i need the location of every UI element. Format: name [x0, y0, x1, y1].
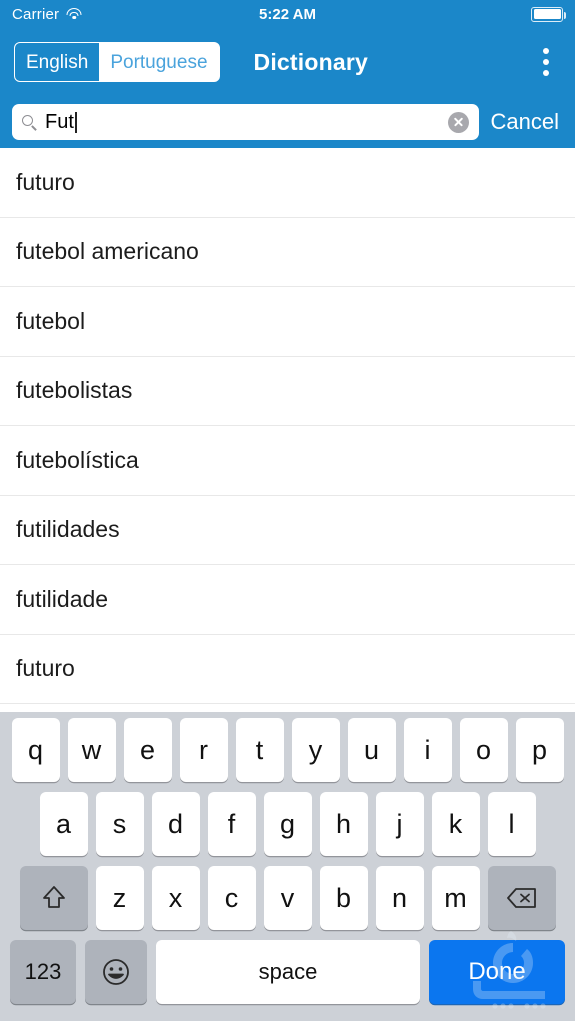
- key-o[interactable]: o: [459, 718, 508, 782]
- key-d[interactable]: d: [151, 792, 200, 856]
- status-bar-left: Carrier: [12, 6, 82, 23]
- key-q[interactable]: q: [11, 718, 60, 782]
- key-z[interactable]: z: [95, 866, 144, 930]
- list-item[interactable]: futebolistas: [0, 357, 575, 426]
- search-bar: Fut Cancel: [0, 96, 575, 148]
- text-cursor: [74, 111, 77, 133]
- emoji-smiley-icon[interactable]: [85, 940, 147, 1004]
- key-v[interactable]: v: [263, 866, 312, 930]
- search-input[interactable]: Fut: [12, 104, 479, 140]
- battery-full-icon: [531, 6, 566, 22]
- key-w[interactable]: w: [67, 718, 116, 782]
- status-bar-right: [531, 6, 566, 22]
- keyboard-row-4: 123 space Done: [0, 940, 575, 1004]
- space-key[interactable]: space: [156, 940, 420, 1004]
- numbers-key[interactable]: 123: [10, 940, 76, 1004]
- cancel-button[interactable]: Cancel: [489, 109, 563, 135]
- key-s[interactable]: s: [95, 792, 144, 856]
- keyboard-row-3: z x c v b n m: [0, 866, 575, 930]
- navigation-bar: English Portuguese Dictionary: [0, 28, 575, 96]
- status-bar: Carrier 5:22 AM: [0, 0, 575, 28]
- key-b[interactable]: b: [319, 866, 368, 930]
- more-vertical-icon[interactable]: [539, 44, 553, 80]
- search-value-wrap: Fut: [45, 111, 440, 133]
- shift-icon[interactable]: [19, 866, 88, 930]
- key-f[interactable]: f: [207, 792, 256, 856]
- key-a[interactable]: a: [39, 792, 88, 856]
- list-item[interactable]: futilidades: [0, 496, 575, 565]
- key-m[interactable]: m: [431, 866, 480, 930]
- done-key[interactable]: Done: [429, 940, 565, 1004]
- carrier-label: Carrier: [12, 5, 60, 23]
- wifi-icon: [66, 8, 82, 20]
- list-item[interactable]: futebolística: [0, 426, 575, 496]
- on-screen-keyboard: q w e r t y u i o p a s d f g h j k l z …: [0, 712, 575, 1021]
- key-c[interactable]: c: [207, 866, 256, 930]
- key-r[interactable]: r: [179, 718, 228, 782]
- phone-screen: Carrier 5:22 AM English Portuguese Dicti…: [0, 0, 575, 1021]
- key-k[interactable]: k: [431, 792, 480, 856]
- key-x[interactable]: x: [151, 866, 200, 930]
- key-l[interactable]: l: [487, 792, 536, 856]
- backspace-icon[interactable]: [487, 866, 556, 930]
- key-i[interactable]: i: [403, 718, 452, 782]
- search-value: Fut: [45, 111, 74, 133]
- key-t[interactable]: t: [235, 718, 284, 782]
- list-item[interactable]: futuro: [0, 635, 575, 704]
- key-u[interactable]: u: [347, 718, 396, 782]
- key-p[interactable]: p: [515, 718, 564, 782]
- list-item[interactable]: futebol americano: [0, 218, 575, 287]
- key-g[interactable]: g: [263, 792, 312, 856]
- key-y[interactable]: y: [291, 718, 340, 782]
- clear-circle-icon[interactable]: [447, 111, 469, 133]
- key-n[interactable]: n: [375, 866, 424, 930]
- list-item[interactable]: futuro: [0, 148, 575, 218]
- key-j[interactable]: j: [375, 792, 424, 856]
- language-segmented-control[interactable]: English Portuguese: [14, 42, 220, 82]
- list-item[interactable]: futilidade: [0, 565, 575, 635]
- search-icon: [22, 114, 37, 131]
- keyboard-row-1: q w e r t y u i o p: [0, 718, 575, 782]
- page-title: Dictionary: [253, 48, 368, 75]
- segment-portuguese[interactable]: Portuguese: [99, 43, 219, 81]
- key-h[interactable]: h: [319, 792, 368, 856]
- segment-english[interactable]: English: [15, 43, 100, 81]
- status-bar-time: 5:22 AM: [259, 5, 316, 23]
- key-e[interactable]: e: [123, 718, 172, 782]
- list-item[interactable]: futebol: [0, 287, 575, 357]
- search-results-list: futuro futebol americano futebol futebol…: [0, 148, 575, 704]
- keyboard-row-2: a s d f g h j k l: [0, 792, 575, 856]
